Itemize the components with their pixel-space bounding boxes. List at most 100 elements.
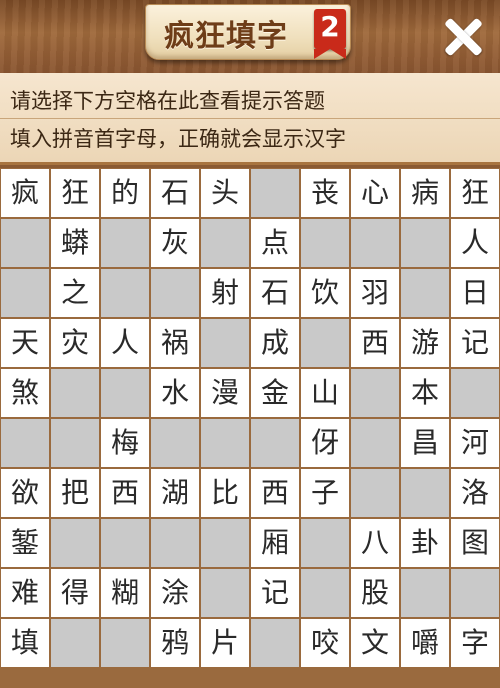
board-cell[interactable]: 煞 bbox=[1, 369, 49, 417]
board-cell[interactable]: 疯 bbox=[1, 169, 49, 217]
board-cell[interactable]: 錾 bbox=[1, 519, 49, 567]
board-cell[interactable]: 昌 bbox=[401, 419, 449, 467]
board-cell[interactable]: 病 bbox=[401, 169, 449, 217]
board-cell[interactable]: 西 bbox=[351, 319, 399, 367]
board-cell[interactable]: 股 bbox=[351, 569, 399, 617]
board-cell[interactable]: 漫 bbox=[201, 369, 249, 417]
board-cell[interactable]: 成 bbox=[251, 319, 299, 367]
board-cell[interactable]: 天 bbox=[1, 319, 49, 367]
board-cell[interactable]: 咬 bbox=[301, 619, 349, 667]
board-cell[interactable] bbox=[101, 219, 149, 267]
board-cell[interactable]: 石 bbox=[251, 269, 299, 317]
board-cell[interactable]: 灾 bbox=[51, 319, 99, 367]
board-cell[interactable]: 灰 bbox=[151, 219, 199, 267]
board-cell[interactable]: 把 bbox=[51, 469, 99, 517]
board-cell[interactable]: 卦 bbox=[401, 519, 449, 567]
board-cell[interactable] bbox=[1, 269, 49, 317]
board-cell[interactable]: 记 bbox=[251, 569, 299, 617]
board-cell[interactable]: 洛 bbox=[451, 469, 499, 517]
board-cell[interactable]: 蟒 bbox=[51, 219, 99, 267]
board-cell[interactable]: 祸 bbox=[151, 319, 199, 367]
board-cell[interactable]: 图 bbox=[451, 519, 499, 567]
board-cell[interactable]: 填 bbox=[1, 619, 49, 667]
board-cell[interactable]: 石 bbox=[151, 169, 199, 217]
board-cell[interactable]: 点 bbox=[251, 219, 299, 267]
board-cell[interactable]: 本 bbox=[401, 369, 449, 417]
board-cell[interactable]: 日 bbox=[451, 269, 499, 317]
board-cell[interactable]: 的 bbox=[101, 169, 149, 217]
board-cell[interactable] bbox=[451, 369, 499, 417]
board-cell[interactable]: 伢 bbox=[301, 419, 349, 467]
board-cell[interactable] bbox=[451, 569, 499, 617]
board-cell[interactable]: 水 bbox=[151, 369, 199, 417]
board-cell[interactable] bbox=[101, 519, 149, 567]
board-cell[interactable]: 金 bbox=[251, 369, 299, 417]
board-cell[interactable]: 之 bbox=[51, 269, 99, 317]
board-cell[interactable] bbox=[251, 619, 299, 667]
board-cell[interactable]: 得 bbox=[51, 569, 99, 617]
board-cell[interactable] bbox=[51, 419, 99, 467]
close-icon[interactable] bbox=[438, 12, 488, 62]
board-cell[interactable] bbox=[351, 369, 399, 417]
board-cell[interactable] bbox=[201, 319, 249, 367]
board-cell[interactable]: 头 bbox=[201, 169, 249, 217]
board-cell[interactable] bbox=[401, 269, 449, 317]
board-cell[interactable]: 山 bbox=[301, 369, 349, 417]
board-cell[interactable]: 八 bbox=[351, 519, 399, 567]
board-cell[interactable]: 人 bbox=[101, 319, 149, 367]
board-cell[interactable] bbox=[101, 369, 149, 417]
board-cell[interactable]: 饮 bbox=[301, 269, 349, 317]
board-cell[interactable]: 子 bbox=[301, 469, 349, 517]
board-cell[interactable]: 嚼 bbox=[401, 619, 449, 667]
board-cell[interactable]: 比 bbox=[201, 469, 249, 517]
board-cell[interactable] bbox=[1, 419, 49, 467]
board-cell[interactable]: 狂 bbox=[51, 169, 99, 217]
board-cell[interactable]: 文 bbox=[351, 619, 399, 667]
board-cell[interactable] bbox=[201, 519, 249, 567]
board-cell[interactable] bbox=[301, 569, 349, 617]
board-cell[interactable] bbox=[51, 369, 99, 417]
board-cell[interactable] bbox=[201, 219, 249, 267]
board-cell[interactable]: 厢 bbox=[251, 519, 299, 567]
board-cell[interactable]: 欲 bbox=[1, 469, 49, 517]
board-cell[interactable] bbox=[401, 469, 449, 517]
board-cell[interactable] bbox=[351, 419, 399, 467]
board-cell[interactable] bbox=[351, 469, 399, 517]
board-cell[interactable]: 湖 bbox=[151, 469, 199, 517]
board-cell[interactable]: 射 bbox=[201, 269, 249, 317]
board-cell[interactable] bbox=[51, 519, 99, 567]
board-cell[interactable]: 丧 bbox=[301, 169, 349, 217]
board-cell[interactable] bbox=[351, 219, 399, 267]
board-cell[interactable]: 西 bbox=[101, 469, 149, 517]
board-cell[interactable]: 心 bbox=[351, 169, 399, 217]
board-cell[interactable]: 难 bbox=[1, 569, 49, 617]
board-cell[interactable]: 河 bbox=[451, 419, 499, 467]
board-cell[interactable] bbox=[301, 219, 349, 267]
board-cell[interactable] bbox=[251, 419, 299, 467]
board-cell[interactable]: 游 bbox=[401, 319, 449, 367]
board-cell[interactable] bbox=[301, 519, 349, 567]
board-cell[interactable] bbox=[401, 219, 449, 267]
board-cell[interactable] bbox=[201, 419, 249, 467]
board-cell[interactable] bbox=[1, 219, 49, 267]
board-cell[interactable] bbox=[401, 569, 449, 617]
board-cell[interactable]: 羽 bbox=[351, 269, 399, 317]
board-cell[interactable]: 西 bbox=[251, 469, 299, 517]
board-cell[interactable] bbox=[151, 269, 199, 317]
board-cell[interactable] bbox=[251, 169, 299, 217]
board-cell[interactable]: 梅 bbox=[101, 419, 149, 467]
board-cell[interactable]: 人 bbox=[451, 219, 499, 267]
board-cell[interactable] bbox=[101, 269, 149, 317]
board-cell[interactable]: 记 bbox=[451, 319, 499, 367]
board-cell[interactable] bbox=[301, 319, 349, 367]
board-cell[interactable] bbox=[151, 519, 199, 567]
board-cell[interactable]: 鸦 bbox=[151, 619, 199, 667]
board-cell[interactable] bbox=[201, 569, 249, 617]
board-cell[interactable] bbox=[151, 419, 199, 467]
board-cell[interactable] bbox=[51, 619, 99, 667]
board-cell[interactable]: 糊 bbox=[101, 569, 149, 617]
board-cell[interactable]: 字 bbox=[451, 619, 499, 667]
board-cell[interactable]: 片 bbox=[201, 619, 249, 667]
board-cell[interactable]: 狂 bbox=[451, 169, 499, 217]
board-cell[interactable] bbox=[101, 619, 149, 667]
